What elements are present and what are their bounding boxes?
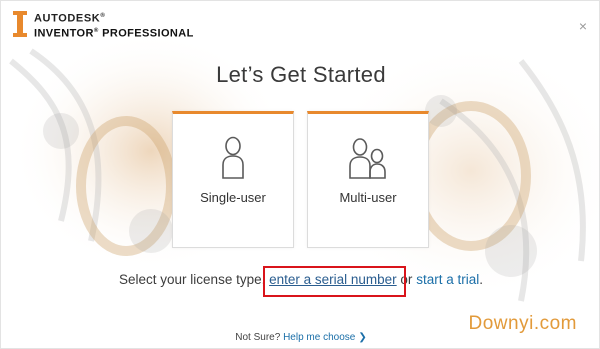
close-button[interactable]: ×: [579, 19, 587, 33]
page-title: Let’s Get Started: [216, 62, 386, 87]
help-me-choose-link[interactable]: Help me choose: [283, 332, 355, 343]
installer-window: AUTODESK® INVENTOR® PROFESSIONAL × Let’s…: [0, 0, 600, 349]
single-user-label: Single-user: [200, 190, 266, 205]
close-icon[interactable]: ×: [579, 18, 587, 34]
license-period: .: [479, 272, 483, 287]
start-trial-link[interactable]: start a trial: [416, 272, 479, 287]
chevron-right-icon[interactable]: ❯: [358, 332, 366, 343]
not-sure-text: Not Sure?: [235, 332, 284, 343]
single-user-icon: [173, 136, 293, 182]
watermark: Downyi.com: [468, 313, 577, 334]
multi-user-card[interactable]: Multi-user: [307, 111, 429, 248]
serial-number-highlight: [263, 266, 406, 297]
inventor-logo-icon: [13, 11, 27, 37]
brand-text: AUTODESK® INVENTOR® PROFESSIONAL: [34, 10, 194, 40]
brand-company: AUTODESK®: [34, 12, 106, 25]
single-user-card[interactable]: Single-user: [172, 111, 294, 248]
license-prompt-text: Select your license type,: [119, 272, 270, 287]
brand-product: INVENTOR® PROFESSIONAL: [34, 27, 194, 40]
autodesk-inventor-logo: AUTODESK® INVENTOR® PROFESSIONAL: [13, 10, 194, 39]
multi-user-icon: [308, 136, 428, 182]
multi-user-label: Multi-user: [339, 190, 397, 205]
